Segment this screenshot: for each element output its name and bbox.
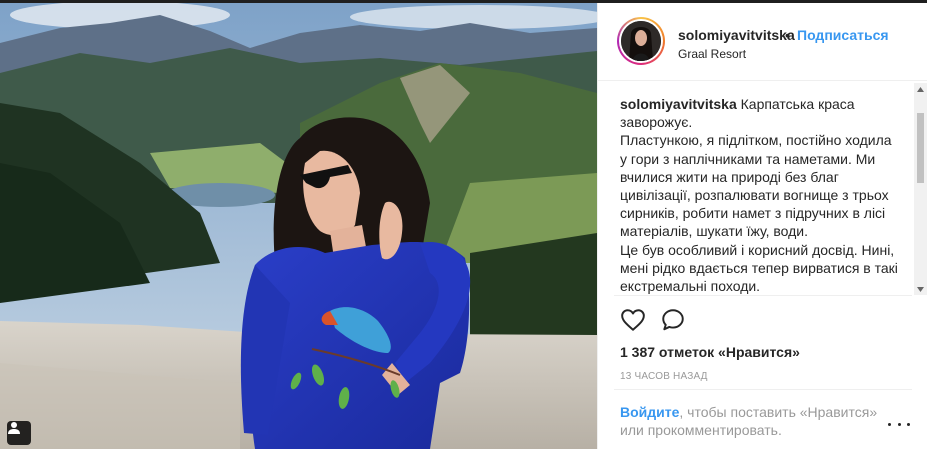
login-link[interactable]: Войдите (620, 404, 679, 420)
user-tag-icon[interactable] (7, 421, 31, 445)
divider (614, 295, 912, 296)
caption-line: Пластункою, я підлітком, постійно ходила… (620, 132, 892, 240)
avatar[interactable] (617, 17, 665, 65)
location-link[interactable]: Graal Resort (678, 47, 746, 61)
post-timestamp[interactable]: 13 часов назад (620, 371, 708, 382)
caption-line: Це був особливий і корисний досвід. Нині… (620, 241, 898, 295)
heart-outline-icon[interactable] (620, 307, 646, 333)
more-options-icon[interactable] (888, 417, 910, 431)
post-header: solomiyavitvitska • Подписаться Graal Re… (598, 3, 927, 81)
post-side-panel: solomiyavitvitska • Подписаться Graal Re… (597, 3, 927, 449)
follow-separator: • (785, 27, 790, 43)
comments-scrollbar[interactable] (914, 83, 927, 295)
scroll-thumb[interactable] (917, 113, 924, 183)
comment-bubble-icon[interactable] (660, 307, 686, 333)
person-silhouette-icon (8, 422, 20, 434)
scroll-up-arrow-icon[interactable] (914, 83, 927, 95)
mountain-scene-illustration (0, 3, 597, 449)
post-caption: solomiyavitvitska Карпатська краса завор… (620, 95, 902, 295)
scroll-down-arrow-icon[interactable] (914, 283, 927, 295)
likes-count[interactable]: 1 387 отметок «Нравится» (620, 344, 800, 360)
avatar-image (621, 21, 661, 61)
divider (614, 389, 912, 390)
caption-username[interactable]: solomiyavitvitska (620, 96, 737, 112)
login-prompt: Войдите, чтобы поставить «Нравится» или … (620, 403, 880, 439)
header-username[interactable]: solomiyavitvitska (678, 27, 795, 43)
comments-section[interactable]: solomiyavitvitska Карпатська краса завор… (598, 81, 927, 295)
post-photo[interactable] (0, 3, 597, 449)
follow-button[interactable]: Подписаться (797, 27, 889, 43)
